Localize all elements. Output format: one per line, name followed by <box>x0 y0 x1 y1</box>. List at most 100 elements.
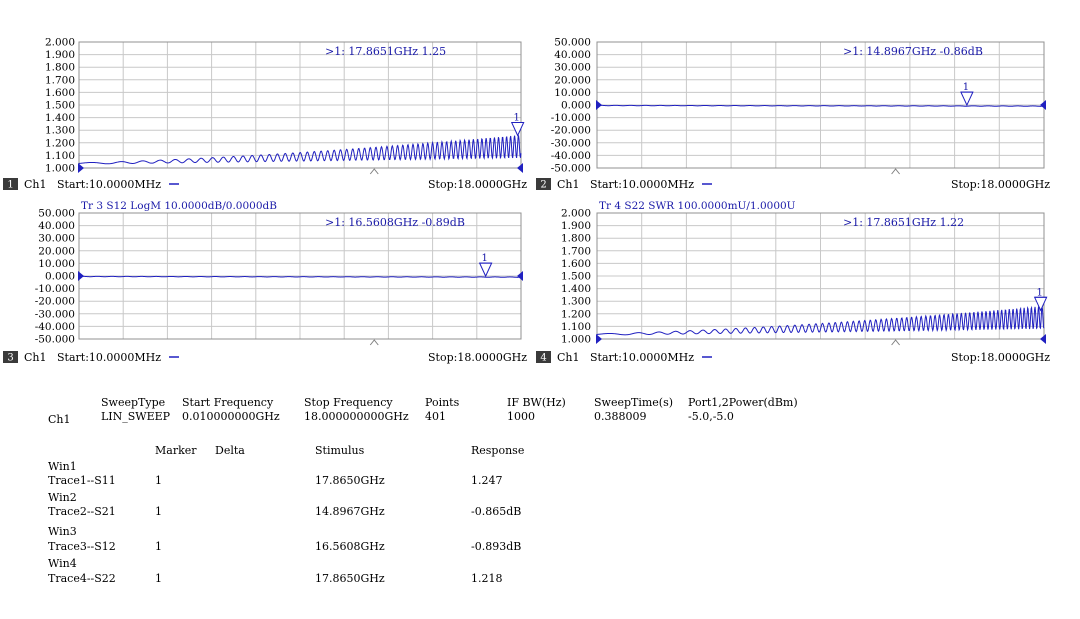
y-tick-label: 1.800 <box>561 233 591 245</box>
marker-response: 1.218 <box>471 572 503 585</box>
marker-triangle <box>1033 296 1048 312</box>
window-number: 3 <box>7 353 13 364</box>
chart-window-2: 50.00040.00030.00020.00010.0000.000-10.0… <box>536 37 1050 191</box>
marker-trace: Trace1--S11 <box>48 474 116 487</box>
sweep-value: 401 <box>425 410 446 423</box>
marker-win: Win1 <box>48 460 77 473</box>
marker-stimulus: 17.8650GHz <box>315 474 385 487</box>
y-tick-label: -30.000 <box>35 308 75 320</box>
marker-readout: >1: 17.8651GHz 1.25 <box>325 45 446 58</box>
marker-readout: >1: 14.8967GHz -0.86dB <box>843 45 983 58</box>
sweep-header: Stop Frequency <box>304 396 393 409</box>
y-tick-label: 50.000 <box>38 208 75 220</box>
marker-header: Response <box>471 444 525 457</box>
y-tick-label: 30.000 <box>554 62 591 74</box>
y-tick-label: 1.100 <box>45 150 75 162</box>
marker-label: 1 <box>481 253 487 264</box>
y-tick-label: 1.900 <box>45 49 75 61</box>
y-tick-label: 50.000 <box>554 37 591 49</box>
sweep-header: SweepTime(s) <box>594 396 674 409</box>
y-tick-label: 1.500 <box>561 271 591 283</box>
y-tick-label: 1.700 <box>45 74 75 86</box>
trace-header: Tr 3 S12 LogM 10.0000dB/0.0000dB <box>81 200 277 212</box>
sweep-value: LIN_SWEEP <box>101 410 171 423</box>
marker-label: 1 <box>513 113 519 124</box>
y-tick-label: 2.000 <box>561 208 591 220</box>
y-tick-label: 30.000 <box>38 233 75 245</box>
center-caret <box>891 168 900 175</box>
channel-label: Ch1 <box>24 351 47 364</box>
start-frequency: Start:10.0000MHz <box>57 351 161 364</box>
marker-response: -0.865dB <box>471 505 522 518</box>
sweep-header: Start Frequency <box>182 396 274 409</box>
sweep-header: IF BW(Hz) <box>507 396 566 409</box>
y-tick-label: 2.000 <box>45 37 75 49</box>
y-tick-label: 1.800 <box>45 62 75 74</box>
y-tick-label: -50.000 <box>551 163 591 175</box>
y-tick-label: 1.300 <box>561 296 591 308</box>
reference-arrow-right <box>1040 100 1046 110</box>
marker-header: Delta <box>215 444 245 457</box>
sweep-value: 0.388009 <box>594 410 647 423</box>
y-tick-label: 1.700 <box>561 245 591 257</box>
reference-arrow-left <box>78 163 84 173</box>
channel-label: Ch1 <box>24 178 47 191</box>
y-tick-label: 1.000 <box>45 163 75 175</box>
sweep-value: -5.0,-5.0 <box>688 410 734 423</box>
marker-label: 1 <box>1036 287 1042 298</box>
chart-window-1: 2.0001.9001.8001.7001.6001.5001.4001.300… <box>3 37 527 191</box>
marker-index: 1 <box>155 540 162 553</box>
marker-triangle <box>478 262 493 278</box>
chart-canvas: 2.0001.9001.8001.7001.6001.5001.4001.300… <box>3 37 1050 364</box>
y-tick-label: 1.300 <box>45 125 75 137</box>
sweep-header: Points <box>425 396 460 409</box>
marker-readout: >1: 16.5608GHz -0.89dB <box>325 216 465 229</box>
y-tick-label: 10.000 <box>38 258 75 270</box>
sweep-header: SweepType <box>101 396 166 409</box>
y-tick-label: 1.000 <box>561 334 591 346</box>
reference-arrow-left <box>596 100 602 110</box>
sweep-channel: Ch1 <box>48 413 71 426</box>
window-number: 2 <box>540 180 546 191</box>
y-tick-label: 1.500 <box>45 100 75 112</box>
center-caret <box>891 339 900 346</box>
trace-header: Tr 4 S22 SWR 100.0000mU/1.0000U <box>599 200 796 212</box>
marker-index: 1 <box>155 505 162 518</box>
y-tick-label: 0.000 <box>45 271 75 283</box>
marker-triangle <box>510 122 525 137</box>
y-tick-label: 0.000 <box>561 100 591 112</box>
sweep-value: 0.010000000GHz <box>182 410 280 423</box>
sweep-value: 1000 <box>507 410 535 423</box>
y-tick-label: -30.000 <box>551 137 591 149</box>
chart-window-4: 2.0001.9001.8001.7001.6001.5001.4001.300… <box>536 200 1050 364</box>
chart-window-3: 50.00040.00030.00020.00010.0000.000-10.0… <box>3 200 527 364</box>
marker-index: 1 <box>155 474 162 487</box>
marker-triangle <box>960 91 974 107</box>
marker-index: 1 <box>155 572 162 585</box>
reference-arrow-right <box>1040 334 1046 344</box>
center-caret <box>369 168 379 175</box>
marker-readout: >1: 17.8651GHz 1.22 <box>843 216 964 229</box>
y-tick-label: 1.200 <box>561 308 591 320</box>
marker-trace: Trace2--S21 <box>48 505 116 518</box>
reference-arrow-right <box>517 163 523 173</box>
y-tick-label: 1.400 <box>561 283 591 295</box>
marker-label: 1 <box>963 82 969 93</box>
y-tick-label: -20.000 <box>35 296 75 308</box>
marker-win: Win2 <box>48 491 77 504</box>
y-tick-label: -10.000 <box>551 112 591 124</box>
start-frequency: Start:10.0000MHz <box>57 178 161 191</box>
stop-frequency: Stop:18.0000GHz <box>428 178 527 191</box>
y-tick-label: 1.200 <box>45 137 75 149</box>
y-tick-label: -10.000 <box>35 283 75 295</box>
y-tick-label: -40.000 <box>551 150 591 162</box>
marker-response: -0.893dB <box>471 540 522 553</box>
marker-stimulus: 17.8650GHz <box>315 572 385 585</box>
reference-arrow-left <box>78 271 84 281</box>
stop-frequency: Stop:18.0000GHz <box>951 178 1050 191</box>
window-number: 1 <box>7 180 13 191</box>
y-tick-label: 1.600 <box>45 87 75 99</box>
y-tick-label: 1.900 <box>561 220 591 232</box>
reference-arrow-right <box>517 271 523 281</box>
channel-label: Ch1 <box>557 351 580 364</box>
